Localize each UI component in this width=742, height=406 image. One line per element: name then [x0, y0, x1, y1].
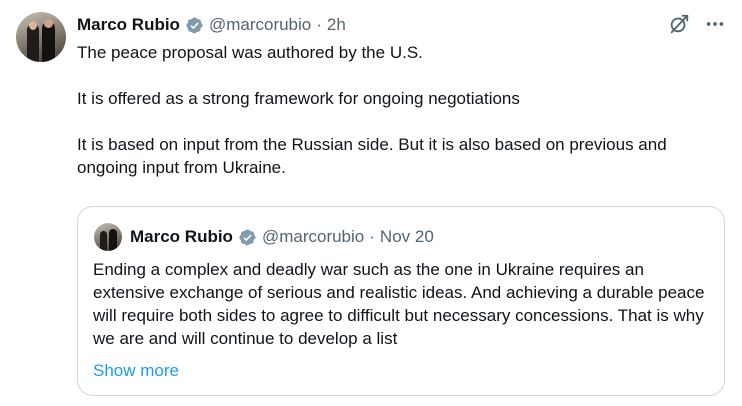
show-more-link[interactable]: Show more — [93, 359, 179, 382]
post-time[interactable]: 2h — [327, 14, 346, 36]
quoted-post[interactable]: Marco Rubio @marcorubio · Nov 20 Ending … — [77, 206, 725, 396]
author-handle[interactable]: @marcorubio — [209, 14, 311, 36]
verified-badge-icon[interactable] — [185, 16, 204, 35]
post-top-actions — [668, 13, 726, 35]
quoted-post-date[interactable]: Nov 20 — [380, 226, 434, 248]
separator-dot: · — [316, 15, 322, 34]
post-header: Marco Rubio @marcorubio · 2h — [77, 14, 346, 36]
post-paragraph: It is offered as a strong framework for … — [77, 89, 520, 108]
quoted-author-handle[interactable]: @marcorubio — [262, 226, 364, 248]
author-avatar[interactable] — [16, 12, 66, 62]
grok-icon[interactable] — [668, 13, 690, 35]
more-icon[interactable] — [704, 13, 726, 35]
quoted-post-header: Marco Rubio @marcorubio · Nov 20 — [130, 226, 434, 248]
post-paragraph: The peace proposal was authored by the U… — [77, 43, 423, 62]
post-text: The peace proposal was authored by the U… — [77, 41, 727, 179]
quoted-post-text: Ending a complex and deadly war such as … — [93, 260, 705, 348]
post[interactable]: Marco Rubio @marcorubio · 2h The peace p… — [0, 0, 742, 406]
separator-dot: · — [369, 227, 375, 246]
quoted-author-avatar[interactable] — [94, 223, 122, 251]
author-name[interactable]: Marco Rubio — [77, 14, 180, 36]
verified-badge-icon[interactable] — [238, 228, 257, 247]
quoted-author-name[interactable]: Marco Rubio — [130, 226, 233, 248]
post-paragraph: It is based on input from the Russian si… — [77, 135, 667, 177]
